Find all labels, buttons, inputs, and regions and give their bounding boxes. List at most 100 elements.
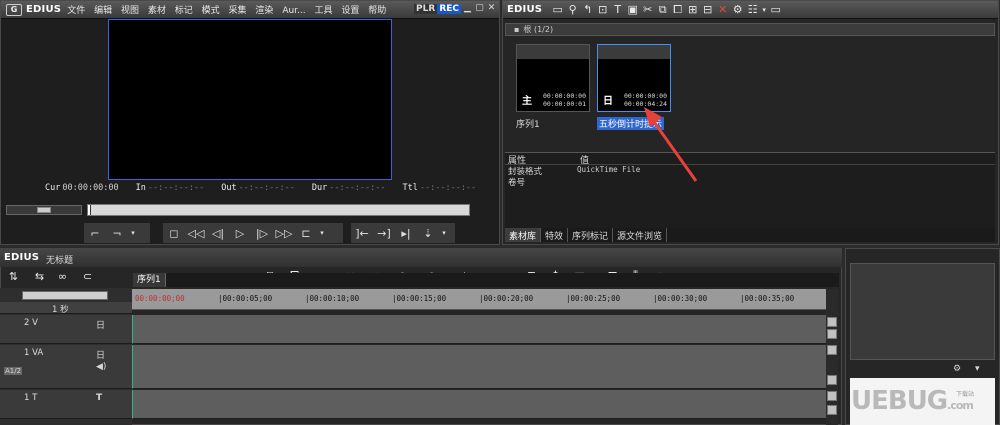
menu-render[interactable]: 渲染 <box>255 6 273 16</box>
properties-icon[interactable]: ⚙ <box>730 2 745 18</box>
tab-sequence-markers[interactable]: 序列标记 <box>568 228 614 242</box>
menu-clip[interactable]: 素材 <box>148 6 166 16</box>
dropdown-arrow-icon[interactable]: ▾ <box>317 224 327 242</box>
link-icon[interactable]: ∞ <box>55 268 70 284</box>
track-header[interactable]: 1 T T <box>0 390 132 419</box>
maximize-icon[interactable]: ▢ <box>475 4 484 13</box>
dropdown-arrow-icon[interactable]: ▾ <box>975 364 980 374</box>
track-lane-1va[interactable] <box>132 345 826 389</box>
bin-toolbar: EDIUS ▭ ⚲ ↰ ⊡ T ▣ ✂ ⧉ ⧠ ⊞ ⊟ ✕ ⚙ ☷ ▾ ▭ <box>503 1 998 19</box>
clip-thumbnail[interactable]: 日 00:00:00:00 00:00:04:24 <box>597 44 671 112</box>
tc-in-label: In <box>135 183 146 193</box>
tab-source-browser[interactable]: 源文件浏览 <box>613 228 668 242</box>
search-icon[interactable]: ⚲ <box>565 2 580 18</box>
clip-thumb-top <box>598 45 670 59</box>
timeline-ruler[interactable]: 00:00:00;00 |00:00:05;00 |00:00:10;00 |0… <box>132 289 826 310</box>
rec-button[interactable]: REC <box>437 4 461 14</box>
menu-mode[interactable]: 模式 <box>202 6 220 16</box>
video-icon[interactable]: 日 <box>96 318 105 331</box>
mode-switch-icon[interactable]: ⇅ <box>6 268 21 284</box>
scroll-button[interactable] <box>827 329 837 339</box>
track-header[interactable]: 1 VA 日 ◀) A1/2 <box>0 345 132 389</box>
close-icon[interactable]: ✕ <box>487 4 496 13</box>
loop-icon[interactable]: ⊏ <box>295 224 317 242</box>
dropdown-arrow-icon[interactable]: ▾ <box>128 224 138 242</box>
scroll-button[interactable] <box>827 391 837 401</box>
timeline-vertical-scrollbar[interactable] <box>826 289 838 425</box>
clip-item-selected[interactable]: 日 00:00:00:00 00:00:04:24 五秒倒计时提示 <box>597 44 671 130</box>
track-lane-1t[interactable] <box>132 390 826 419</box>
menu-edit[interactable]: 编辑 <box>94 6 112 16</box>
menu-tools[interactable]: 工具 <box>315 6 333 16</box>
add-to-timeline-icon[interactable]: ⊞ <box>685 2 700 18</box>
set-out-icon[interactable]: ¬ <box>106 224 128 242</box>
import-icon[interactable]: ⊡ <box>595 2 610 18</box>
position-slider[interactable] <box>87 204 470 216</box>
up-folder-icon[interactable]: ↰ <box>580 2 595 18</box>
tc-cur-value: 00:00:00:00 <box>62 183 119 193</box>
position-cursor[interactable] <box>88 205 91 215</box>
track-mode-icon[interactable]: ⇆ <box>32 268 47 284</box>
track-name: 1 T <box>24 393 38 403</box>
menu-help[interactable]: 帮助 <box>368 6 386 16</box>
copy-icon[interactable]: ⧉ <box>655 2 670 18</box>
folder-icon[interactable]: ▭ <box>550 2 565 18</box>
menu-audio[interactable]: Aur... <box>282 6 305 16</box>
settings-icon[interactable]: ⚙ <box>953 364 961 374</box>
play-icon[interactable]: ▷ <box>229 224 251 242</box>
overwrite-icon[interactable]: →] <box>373 224 395 242</box>
plr-button[interactable]: PLR <box>414 4 438 14</box>
delete-icon[interactable]: ✕ <box>715 2 730 18</box>
timescale-label: 1 秒 <box>52 305 69 315</box>
rewind-icon[interactable]: ◁◁ <box>185 224 207 242</box>
tab-sequence-1[interactable]: 序列1 <box>133 273 166 287</box>
tab-bin[interactable]: 素材库 <box>505 228 542 242</box>
set-in-icon[interactable]: ⌐ <box>84 224 106 242</box>
folder-small-icon: ▪ <box>514 25 520 34</box>
bin-folder-bar[interactable]: ▪ 根 (1/2) <box>505 23 995 36</box>
menu-marker[interactable]: 标记 <box>175 6 193 16</box>
dropdown-arrow-icon[interactable]: ▾ <box>439 224 449 242</box>
tc-dur-value: --:--:--:-- <box>329 183 386 193</box>
clip-name: 五秒倒计时提示 <box>597 117 665 130</box>
clip-item[interactable]: 主 00:00:00:00 00:00:00:01 序列1 <box>516 44 590 130</box>
minimize-icon[interactable]: ▁ <box>463 4 472 13</box>
speaker-icon[interactable]: ◀) <box>96 362 106 372</box>
clip-thumbnail[interactable]: 主 00:00:00:00 00:00:00:01 <box>516 44 590 112</box>
video-icon[interactable]: 日 <box>96 348 105 361</box>
cut-icon[interactable]: ✂ <box>640 2 655 18</box>
scroll-button[interactable] <box>827 405 837 415</box>
scroll-button[interactable] <box>827 375 837 385</box>
menu-settings[interactable]: 设置 <box>341 6 359 16</box>
scroll-button[interactable] <box>827 345 837 355</box>
properties-panel: 属性 值 封装格式 QuickTime File 卷号 <box>505 152 995 228</box>
menu-capture[interactable]: 采集 <box>229 6 247 16</box>
three-point-icon[interactable]: ⇣ <box>417 224 439 242</box>
replace-icon[interactable]: ▸| <box>395 224 417 242</box>
stop-icon[interactable]: ◻ <box>163 224 185 242</box>
view-mode-icon[interactable]: ☷ <box>745 2 760 18</box>
step-back-icon[interactable]: ◁| <box>207 224 229 242</box>
color-bar-icon[interactable]: ▣ <box>625 2 640 18</box>
sync-lock-icon[interactable]: ⊂ <box>80 268 95 284</box>
fast-forward-icon[interactable]: ▷▷ <box>273 224 295 242</box>
ruler-tick: |00:00:10;00 <box>305 294 360 303</box>
title-track-icon[interactable]: T <box>96 393 102 403</box>
shuttle-knob[interactable] <box>37 207 51 213</box>
scroll-button[interactable] <box>827 317 837 327</box>
step-forward-icon[interactable]: |▷ <box>251 224 273 242</box>
shuttle-slider[interactable] <box>6 205 82 215</box>
title-icon[interactable]: T <box>610 2 625 18</box>
track-lane-2v[interactable] <box>132 315 826 344</box>
zoom-slider[interactable] <box>22 291 108 300</box>
tab-effects[interactable]: 特效 <box>541 228 569 242</box>
insert-icon[interactable]: ]← <box>351 224 373 242</box>
dropdown-arrow-icon[interactable]: ▾ <box>760 2 768 18</box>
bin-settings-icon[interactable]: ▭ <box>768 2 783 18</box>
paste-icon[interactable]: ⧠ <box>670 2 685 18</box>
channel-map-label[interactable]: A1/2 <box>4 367 23 375</box>
menu-file[interactable]: 文件 <box>67 6 85 16</box>
track-header[interactable]: 2 V 日 <box>0 315 132 344</box>
player-send-icon[interactable]: ⊟ <box>700 2 715 18</box>
menu-view[interactable]: 视图 <box>121 6 139 16</box>
